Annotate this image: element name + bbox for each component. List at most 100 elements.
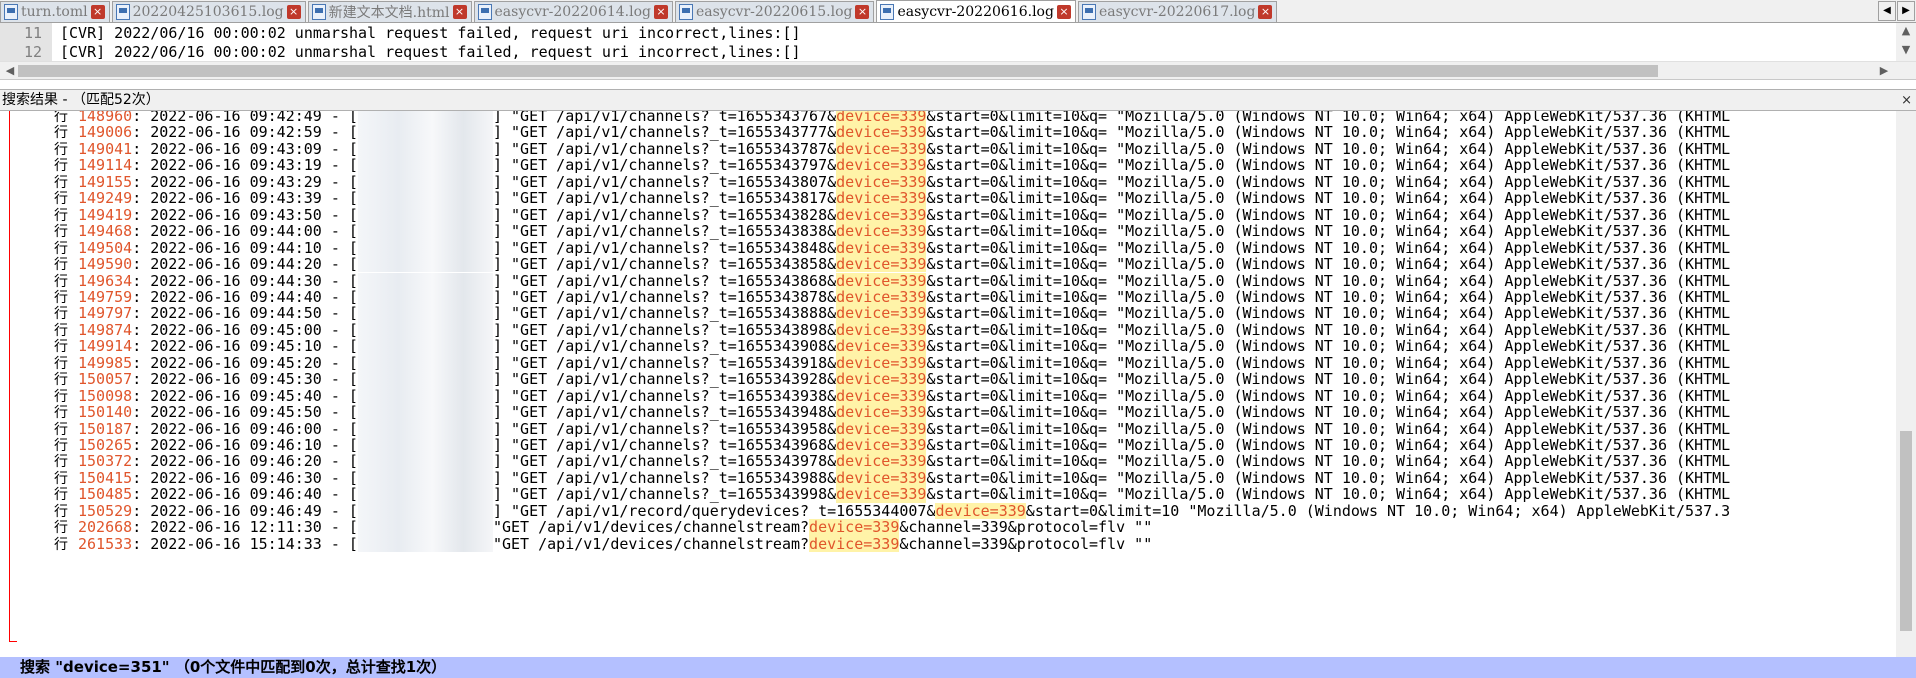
search-match: device=339 [836, 404, 927, 421]
result-line-prefix: 行 [54, 141, 68, 158]
result-row[interactable]: 行 149468: 2022-06-16 09:44:00 - [] "GET /… [0, 223, 1896, 240]
tab-label: 新建文本文档.html [328, 5, 450, 21]
result-row[interactable]: 行 150265: 2022-06-16 09:46:10 - [] "GET /… [0, 437, 1896, 454]
tab-2[interactable]: 新建文本文档.html × [307, 1, 472, 22]
request-text-pre: ] "GET /api/v1/channels?_t=1655343767& [492, 111, 837, 125]
close-icon[interactable]: × [286, 5, 301, 19]
result-row[interactable]: 行 149041: 2022-06-16 09:43:09 - [] "GET /… [0, 140, 1896, 158]
search-match: device=339 [836, 338, 927, 355]
result-row[interactable]: 行 148960: 2022-06-16 09:42:49 - [] "GET /… [0, 111, 1896, 125]
result-line-prefix: 行 [54, 454, 68, 470]
result-row[interactable]: 行 149114: 2022-06-16 09:43:19 - [] "GET /… [0, 157, 1896, 174]
redacted-ip [357, 206, 493, 224]
result-line-prefix: 行 [54, 191, 68, 207]
close-icon[interactable]: × [1056, 4, 1071, 19]
scrollbar-thumb[interactable] [18, 65, 1658, 77]
scrollbar-thumb[interactable] [1900, 431, 1912, 631]
result-line-prefix: 行 [54, 125, 68, 141]
result-row[interactable]: 行 150529: 2022-06-16 09:46:49 - [] "GET /… [0, 502, 1896, 520]
editor-vertical-scrollbar[interactable]: ▲ ▼ [1896, 23, 1916, 61]
search-match: device=339 [836, 157, 927, 174]
result-timestamp: : 2022-06-16 09:46:00 - [ [132, 420, 358, 437]
request-text-pre: ] "GET /api/v1/channels?_t=1655343998& [492, 486, 837, 503]
request-text-post: &start=0&limit=10&q= "Mozilla/5.0 (Windo… [926, 305, 1731, 322]
tab-1[interactable]: 20220425103615.log × [111, 1, 306, 22]
result-row[interactable]: 行 150140: 2022-06-16 09:45:50 - [] "GET /… [0, 404, 1896, 421]
log-file-icon [1081, 4, 1096, 20]
tab-scroll-right-button[interactable]: ▶ [1897, 1, 1915, 21]
chevron-up-icon[interactable]: ▲ [1898, 24, 1914, 37]
log-file-icon [4, 4, 18, 20]
request-text-post: &start=0&limit=10&q= "Mozilla/5.0 (Windo… [926, 124, 1731, 141]
result-row[interactable]: 行 149249: 2022-06-16 09:43:39 - [] "GET /… [0, 190, 1896, 207]
result-timestamp: : 2022-06-16 09:45:40 - [ [132, 387, 358, 405]
result-line-prefix: 行 [54, 355, 68, 372]
request-text-pre: ] "GET /api/v1/channels?_t=1655343878& [492, 288, 837, 306]
tab-scroll-left-button[interactable]: ◀ [1878, 1, 1896, 21]
result-line-number: 149006 [78, 124, 133, 141]
result-timestamp: : 2022-06-16 09:45:10 - [ [132, 338, 358, 355]
result-row[interactable]: 行 149504: 2022-06-16 09:44:10 - [] "GET /… [0, 239, 1896, 257]
result-row[interactable]: 行 150485: 2022-06-16 09:46:40 - [] "GET /… [0, 486, 1896, 503]
tab-5[interactable]: easycvr-20220616.log × [876, 0, 1076, 22]
result-line-number: 149504 [78, 239, 133, 257]
request-text-post: &start=0&limit=10&q= "Mozilla/5.0 (Windo… [926, 437, 1731, 454]
result-row[interactable]: 行 149590: 2022-06-16 09:44:20 - [] "GET /… [0, 256, 1896, 273]
result-line-prefix: 行 [54, 536, 68, 553]
result-line-prefix: 行 [54, 388, 68, 405]
result-line-number: 149634 [78, 272, 133, 289]
redacted-ip [357, 111, 493, 125]
redacted-ip [357, 387, 493, 405]
result-row[interactable]: 行 202668: 2022-06-16 12:11:30 - ["GET /ap… [0, 519, 1896, 536]
request-text-post: &start=0&limit=10&q= "Mozilla/5.0 (Windo… [926, 190, 1731, 207]
close-icon[interactable]: × [1901, 91, 1912, 111]
result-row[interactable]: 行 150098: 2022-06-16 09:45:40 - [] "GET /… [0, 387, 1896, 405]
tab-4[interactable]: easycvr-20220615.log × [674, 1, 875, 22]
result-row[interactable]: 行 149759: 2022-06-16 09:44:40 - [] "GET /… [0, 288, 1896, 306]
log-file-icon [880, 3, 895, 20]
result-row[interactable]: 行 261533: 2022-06-16 15:14:33 - ["GET /ap… [0, 535, 1896, 553]
chevron-right-icon[interactable]: ▶ [1876, 64, 1892, 77]
close-icon[interactable]: × [855, 5, 870, 19]
result-row[interactable]: 行 149006: 2022-06-16 09:42:59 - [] "GET /… [0, 124, 1896, 141]
result-row[interactable]: 行 149914: 2022-06-16 09:45:10 - [] "GET /… [0, 338, 1896, 355]
request-text-pre: "GET /api/v1/devices/channelstream? [492, 519, 810, 536]
result-line-number: 150485 [78, 486, 133, 503]
result-row[interactable]: 行 149634: 2022-06-16 09:44:30 - [] "GET /… [0, 272, 1896, 289]
editor-horizontal-scrollbar[interactable]: ◀ ▶ [0, 61, 1916, 79]
search-results-header: 搜索结果 - （匹配52次） × [0, 89, 1916, 111]
editor-line[interactable]: 11 [CVR] 2022/06/16 00:00:02 unmarshal re… [0, 23, 1896, 43]
results-vertical-scrollbar[interactable] [1896, 111, 1916, 657]
redacted-ip [357, 519, 493, 536]
tab-0[interactable]: turn.toml × [0, 1, 110, 22]
result-row[interactable]: 行 150372: 2022-06-16 09:46:20 - [] "GET /… [0, 453, 1896, 470]
search-summary-line[interactable]: 搜索 "device=351" （0个文件中匹配到0次，总计查找1次） [0, 657, 1916, 678]
close-icon[interactable]: × [1258, 5, 1273, 19]
redacted-ip [357, 140, 493, 158]
result-row[interactable]: 行 149985: 2022-06-16 09:45:20 - [] "GET /… [0, 354, 1896, 372]
result-row[interactable]: 行 150187: 2022-06-16 09:46:00 - [] "GET /… [0, 420, 1896, 437]
result-row[interactable]: 行 149797: 2022-06-16 09:44:50 - [] "GET /… [0, 305, 1896, 322]
search-results-list[interactable]: 行 148960: 2022-06-16 09:42:49 - [] "GET /… [0, 111, 1916, 657]
result-row[interactable]: 行 149419: 2022-06-16 09:43:50 - [] "GET /… [0, 206, 1896, 224]
result-row[interactable]: 行 150057: 2022-06-16 09:45:30 - [] "GET /… [0, 371, 1896, 388]
redacted-ip [357, 371, 493, 388]
editor-pane[interactable]: 11 [CVR] 2022/06/16 00:00:02 unmarshal re… [0, 23, 1916, 80]
close-icon[interactable]: × [653, 5, 668, 19]
editor-line[interactable]: 12 [CVR] 2022/06/16 00:00:02 unmarshal re… [0, 42, 1896, 61]
close-icon[interactable]: × [452, 5, 467, 19]
chevron-left-icon[interactable]: ◀ [2, 64, 18, 77]
request-text-pre: ] "GET /api/v1/channels?_t=1655343838& [492, 223, 837, 240]
close-icon[interactable]: × [90, 5, 105, 19]
tab-3[interactable]: easycvr-20220614.log × [473, 1, 673, 22]
chevron-down-icon[interactable]: ▼ [1898, 43, 1914, 56]
search-match: device=339 [836, 190, 927, 207]
request-text-pre: ] "GET /api/v1/channels?_t=1655343848& [492, 239, 837, 257]
tab-6[interactable]: easycvr-20220617.log × [1077, 1, 1278, 22]
result-row[interactable]: 行 149874: 2022-06-16 09:45:00 - [] "GET /… [0, 321, 1896, 339]
request-text-pre: ] "GET /api/v1/channels?_t=1655343928& [492, 371, 837, 388]
result-row[interactable]: 行 150415: 2022-06-16 09:46:30 - [] "GET /… [0, 469, 1896, 487]
result-row[interactable]: 行 149155: 2022-06-16 09:43:29 - [] "GET /… [0, 173, 1896, 191]
result-line-prefix: 行 [54, 372, 68, 388]
result-timestamp: : 2022-06-16 09:44:40 - [ [132, 288, 358, 306]
